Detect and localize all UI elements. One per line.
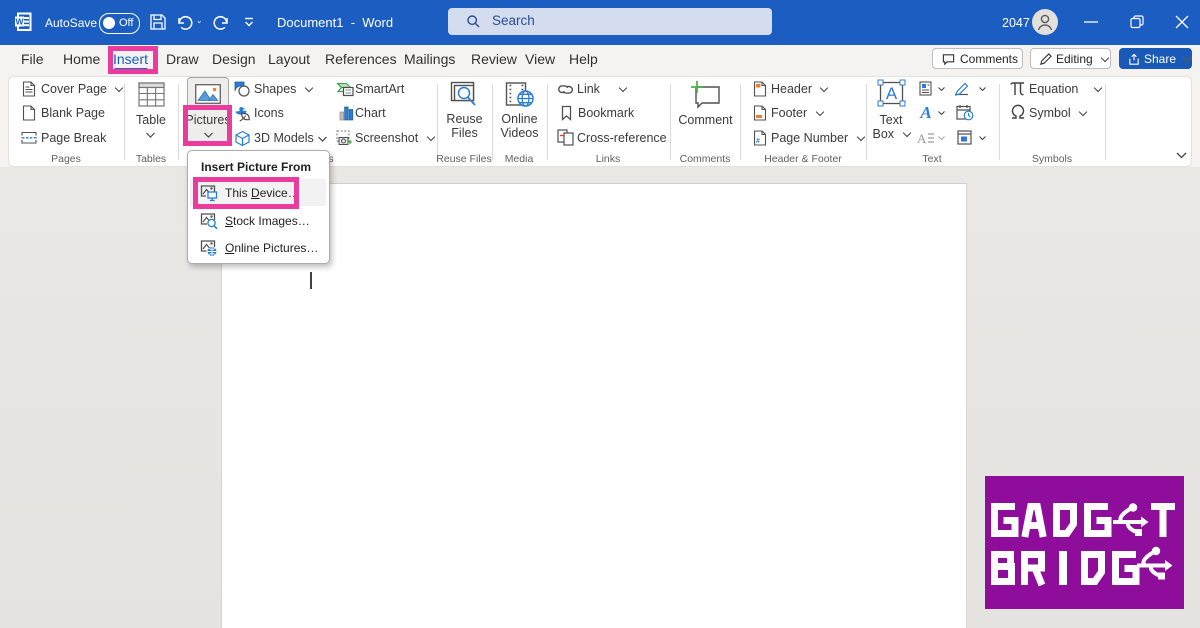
svg-text:#: # bbox=[756, 138, 760, 145]
svg-text:A: A bbox=[917, 131, 927, 144]
svg-text:W: W bbox=[15, 17, 24, 27]
svg-text:A: A bbox=[886, 84, 898, 103]
svg-text:A: A bbox=[919, 104, 931, 120]
